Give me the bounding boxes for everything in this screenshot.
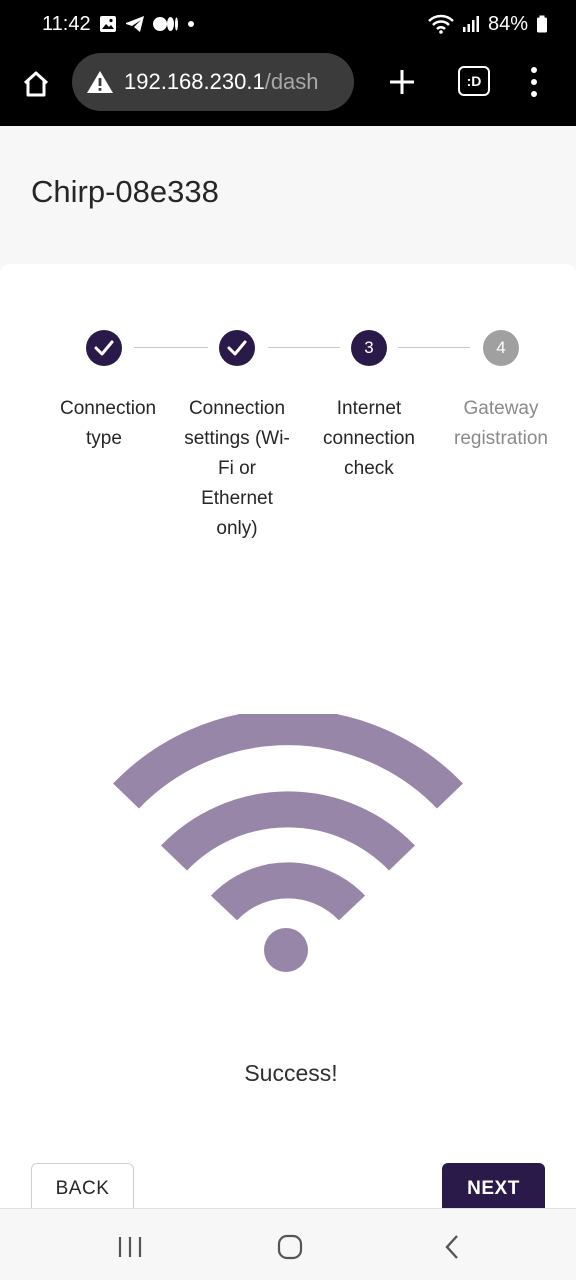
back-nav-button[interactable] — [436, 1233, 468, 1261]
setup-card: 3 4 Connection type Connection settings … — [0, 264, 576, 1215]
telegram-icon — [125, 15, 145, 33]
step-connector — [134, 347, 208, 348]
wifi-icon — [428, 14, 454, 34]
step-1-label: Connection type — [60, 398, 157, 449]
step-connector — [398, 347, 470, 348]
menu-dot-icon — [531, 91, 537, 97]
step-2-label: Connection settings (Wi-Fi or Ethernet o… — [184, 398, 290, 539]
menu-dot-icon — [531, 79, 537, 85]
system-nav-bar — [0, 1208, 576, 1280]
medium-icon — [152, 16, 179, 32]
step-3-label: Internet connection check — [323, 398, 415, 479]
battery-percent: 84% — [487, 12, 528, 35]
browser-menu-button[interactable] — [520, 64, 548, 100]
recent-apps-button[interactable] — [112, 1233, 148, 1261]
browser-toolbar: 192.168.230.1/dash :D — [0, 48, 576, 126]
back-nav-icon — [445, 1235, 458, 1259]
step-4-label: Gateway registration — [454, 398, 548, 449]
status-bar: 11:42 84% — [0, 0, 576, 48]
url-host: 192.168.230.1 — [124, 69, 265, 94]
step-1-indicator — [86, 330, 122, 366]
step-4-indicator: 4 — [483, 330, 519, 366]
home-nav-icon — [277, 1234, 303, 1260]
url-path: /dash — [264, 69, 319, 94]
new-tab-button[interactable] — [384, 64, 420, 100]
menu-dot-icon — [531, 67, 537, 73]
home-nav-button[interactable] — [272, 1233, 308, 1261]
check-icon — [227, 340, 247, 356]
battery-icon — [536, 15, 548, 33]
plus-icon — [390, 70, 414, 94]
warning-icon — [87, 71, 113, 93]
page-header: Chirp-08e338 — [0, 126, 576, 264]
page-title: Chirp-08e338 — [31, 174, 219, 209]
address-bar[interactable]: 192.168.230.1/dash — [72, 53, 354, 111]
result-message: Success! — [244, 1060, 338, 1086]
step-3-indicator: 3 — [351, 330, 387, 366]
tabs-label: :D — [466, 73, 482, 89]
notification-dot-icon — [187, 20, 195, 28]
status-left: 11:42 — [42, 13, 195, 36]
home-icon — [23, 71, 49, 97]
gallery-icon — [99, 15, 117, 33]
tabs-button[interactable]: :D — [458, 66, 490, 96]
setup-stepper: 3 4 Connection type Connection settings … — [0, 330, 576, 550]
wifi-icon — [113, 714, 463, 972]
step-connector — [268, 347, 340, 348]
status-time: 11:42 — [42, 12, 91, 35]
check-icon — [94, 340, 114, 356]
home-button[interactable] — [16, 64, 56, 104]
recent-apps-icon — [118, 1237, 142, 1257]
signal-icon — [462, 15, 480, 33]
status-right: 84% — [428, 13, 548, 36]
step-2-indicator — [219, 330, 255, 366]
